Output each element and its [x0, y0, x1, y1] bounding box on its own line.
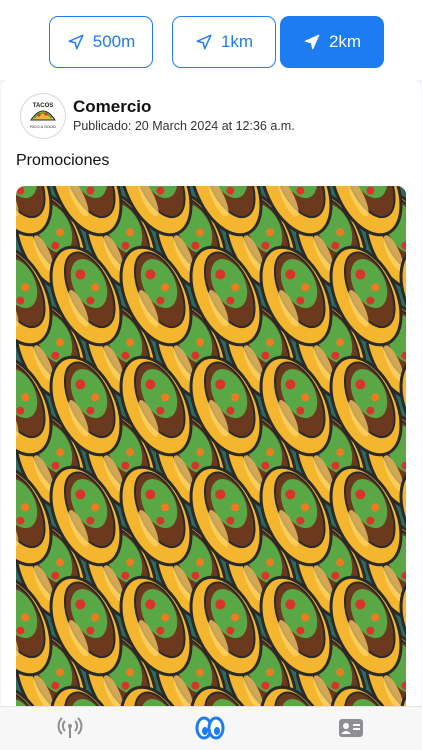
filter-2km-button[interactable]: 2km	[280, 16, 384, 68]
tab-bar	[0, 706, 422, 750]
filter-label: 2km	[328, 32, 362, 51]
tab-explore[interactable]	[195, 713, 225, 743]
promo-image[interactable]	[16, 186, 406, 706]
contact-card-icon	[339, 719, 363, 737]
logo-bottom-text: RICO & GOOD	[30, 125, 56, 129]
location-arrow-icon	[304, 34, 320, 50]
published-date: Publicado: 20 March 2024 at 12:36 a.m.	[73, 119, 295, 133]
eyes-icon	[195, 716, 225, 740]
tab-contact[interactable]	[336, 713, 366, 743]
distance-filter-bar: 500m 1km 2km	[0, 0, 422, 80]
filter-label: 1km	[220, 32, 254, 51]
post-card: TACOS RICO & GOOD Comercio Publicado: 20…	[1, 80, 421, 706]
broadcast-icon	[57, 717, 83, 738]
merchant-name[interactable]: Comercio	[73, 97, 151, 117]
section-title: Promociones	[16, 152, 110, 169]
merchant-logo[interactable]: TACOS RICO & GOOD	[20, 93, 66, 139]
location-arrow-icon	[68, 34, 84, 50]
filter-1km-button[interactable]: 1km	[172, 16, 276, 68]
location-arrow-icon	[196, 34, 212, 50]
tacos-logo-image: TACOS RICO & GOOD	[22, 95, 64, 137]
tab-broadcast[interactable]	[55, 713, 85, 743]
tacos-pattern-image	[16, 186, 406, 706]
filter-500m-button[interactable]: 500m	[49, 16, 153, 68]
filter-label: 500m	[92, 32, 136, 51]
logo-top-text: TACOS	[33, 103, 54, 109]
